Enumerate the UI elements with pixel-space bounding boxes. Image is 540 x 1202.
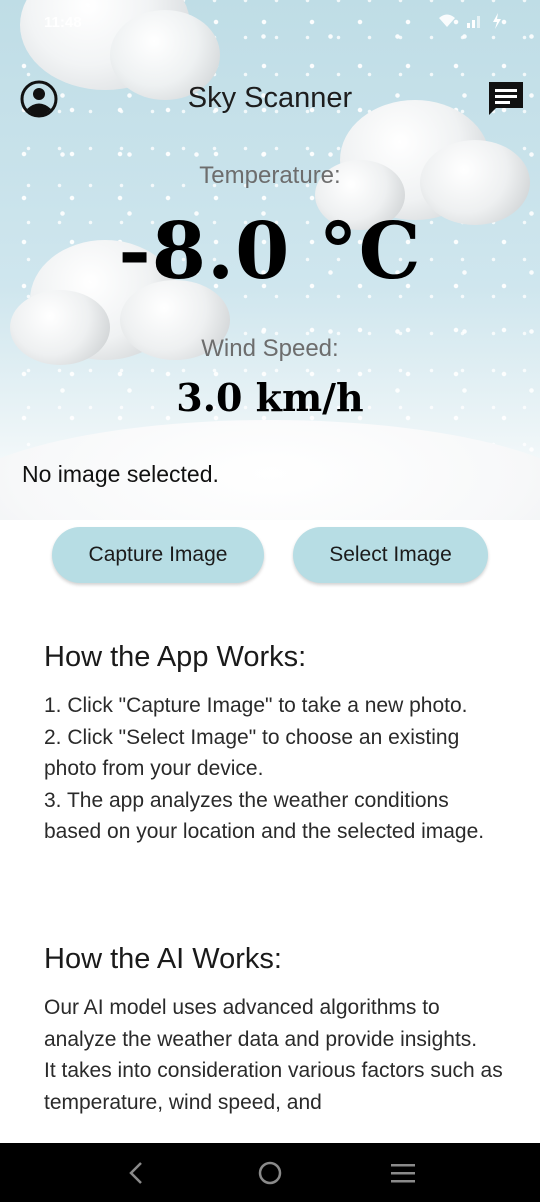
select-image-button[interactable]: Select Image [293, 527, 488, 583]
chat-button[interactable] [486, 78, 526, 118]
wind-speed-value: 3.0 km/h [176, 375, 364, 420]
status-icons [438, 12, 502, 32]
status-time: 11:48 [44, 13, 82, 31]
system-navigation-bar [0, 1143, 540, 1202]
wind-speed-label: Wind Speed: [201, 335, 339, 362]
how-app-works-title: How the App Works: [44, 641, 307, 673]
recents-icon [391, 1163, 416, 1182]
home-icon [258, 1161, 282, 1184]
temperature-label: Temperature: [199, 162, 341, 189]
recents-button[interactable] [381, 1151, 425, 1195]
how-ai-works-body: Our AI model uses advanced algorithms to… [44, 996, 503, 1114]
chat-icon [489, 82, 523, 115]
battery-charging-icon [492, 12, 502, 32]
how-app-works-body: 1. Click "Capture Image" to take a new p… [44, 694, 485, 844]
capture-image-button[interactable]: Capture Image [52, 527, 264, 583]
temperature-value: -8.0 °C [118, 206, 422, 297]
status-bar: 11:48 [0, 0, 540, 44]
back-icon [128, 1161, 142, 1184]
image-status-text: No image selected. [22, 461, 219, 487]
back-button[interactable] [115, 1151, 159, 1195]
how-ai-works-title: How the AI Works: [44, 943, 282, 975]
home-button[interactable] [248, 1151, 292, 1195]
wifi-icon [438, 14, 456, 31]
app-title: Sky Scanner [187, 82, 353, 114]
app-bar: Sky Scanner [0, 72, 540, 126]
signal-icon [466, 14, 482, 31]
